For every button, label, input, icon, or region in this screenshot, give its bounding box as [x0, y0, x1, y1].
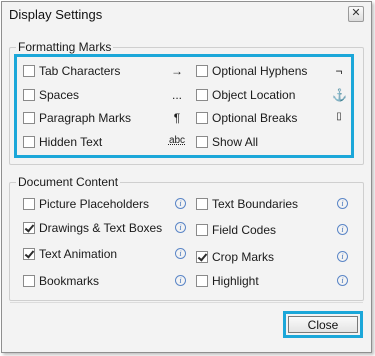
- picture-placeholders-option[interactable]: Picture Placeholders: [23, 196, 149, 212]
- title-bar: Display Settings ✕: [2, 2, 371, 28]
- field-codes-info-icon[interactable]: i: [337, 224, 348, 235]
- highlight-option[interactable]: Highlight: [196, 273, 259, 289]
- highlight-info-icon[interactable]: i: [337, 275, 348, 286]
- close-button-highlight: Close: [283, 311, 363, 338]
- text-animation-checkbox[interactable]: [23, 248, 35, 260]
- bookmarks-info-icon[interactable]: i: [175, 275, 186, 286]
- text-animation-label: Text Animation: [39, 247, 118, 261]
- footer-divider: [10, 302, 363, 303]
- highlight-label: Highlight: [212, 274, 259, 288]
- drawings-text-boxes-label: Drawings & Text Boxes: [39, 221, 163, 235]
- crop-marks-option[interactable]: Crop Marks: [196, 249, 274, 265]
- text-animation-info-icon[interactable]: i: [175, 248, 186, 259]
- formatting-marks-legend: Formatting Marks: [16, 40, 114, 54]
- dialog-title: Display Settings: [9, 7, 103, 22]
- close-button[interactable]: Close: [288, 316, 358, 333]
- picture-placeholders-label: Picture Placeholders: [39, 197, 150, 211]
- drawings-text-boxes-info-icon[interactable]: i: [175, 222, 186, 233]
- text-boundaries-label: Text Boundaries: [212, 197, 299, 211]
- text-boundaries-option[interactable]: Text Boundaries: [196, 196, 298, 212]
- text-animation-option[interactable]: Text Animation: [23, 246, 117, 262]
- crop-marks-label: Crop Marks: [212, 250, 275, 264]
- bookmarks-checkbox[interactable]: [23, 275, 35, 287]
- picture-placeholders-info-icon[interactable]: i: [175, 198, 186, 209]
- bookmarks-option[interactable]: Bookmarks: [23, 273, 99, 289]
- crop-marks-info-icon[interactable]: i: [337, 251, 348, 262]
- text-boundaries-info-icon[interactable]: i: [337, 198, 348, 209]
- document-content-legend: Document Content: [16, 175, 121, 189]
- drawings-text-boxes-option[interactable]: Drawings & Text Boxes: [23, 220, 162, 236]
- crop-marks-checkbox[interactable]: [196, 251, 208, 263]
- picture-placeholders-checkbox[interactable]: [23, 198, 35, 210]
- field-codes-label: Field Codes: [212, 223, 277, 237]
- formatting-marks-highlight: [14, 54, 354, 158]
- bookmarks-label: Bookmarks: [39, 274, 100, 288]
- highlight-checkbox[interactable]: [196, 275, 208, 287]
- drawings-text-boxes-checkbox[interactable]: [23, 222, 35, 234]
- close-icon[interactable]: ✕: [348, 6, 364, 22]
- field-codes-option[interactable]: Field Codes: [196, 222, 276, 238]
- text-boundaries-checkbox[interactable]: [196, 198, 208, 210]
- field-codes-checkbox[interactable]: [196, 224, 208, 236]
